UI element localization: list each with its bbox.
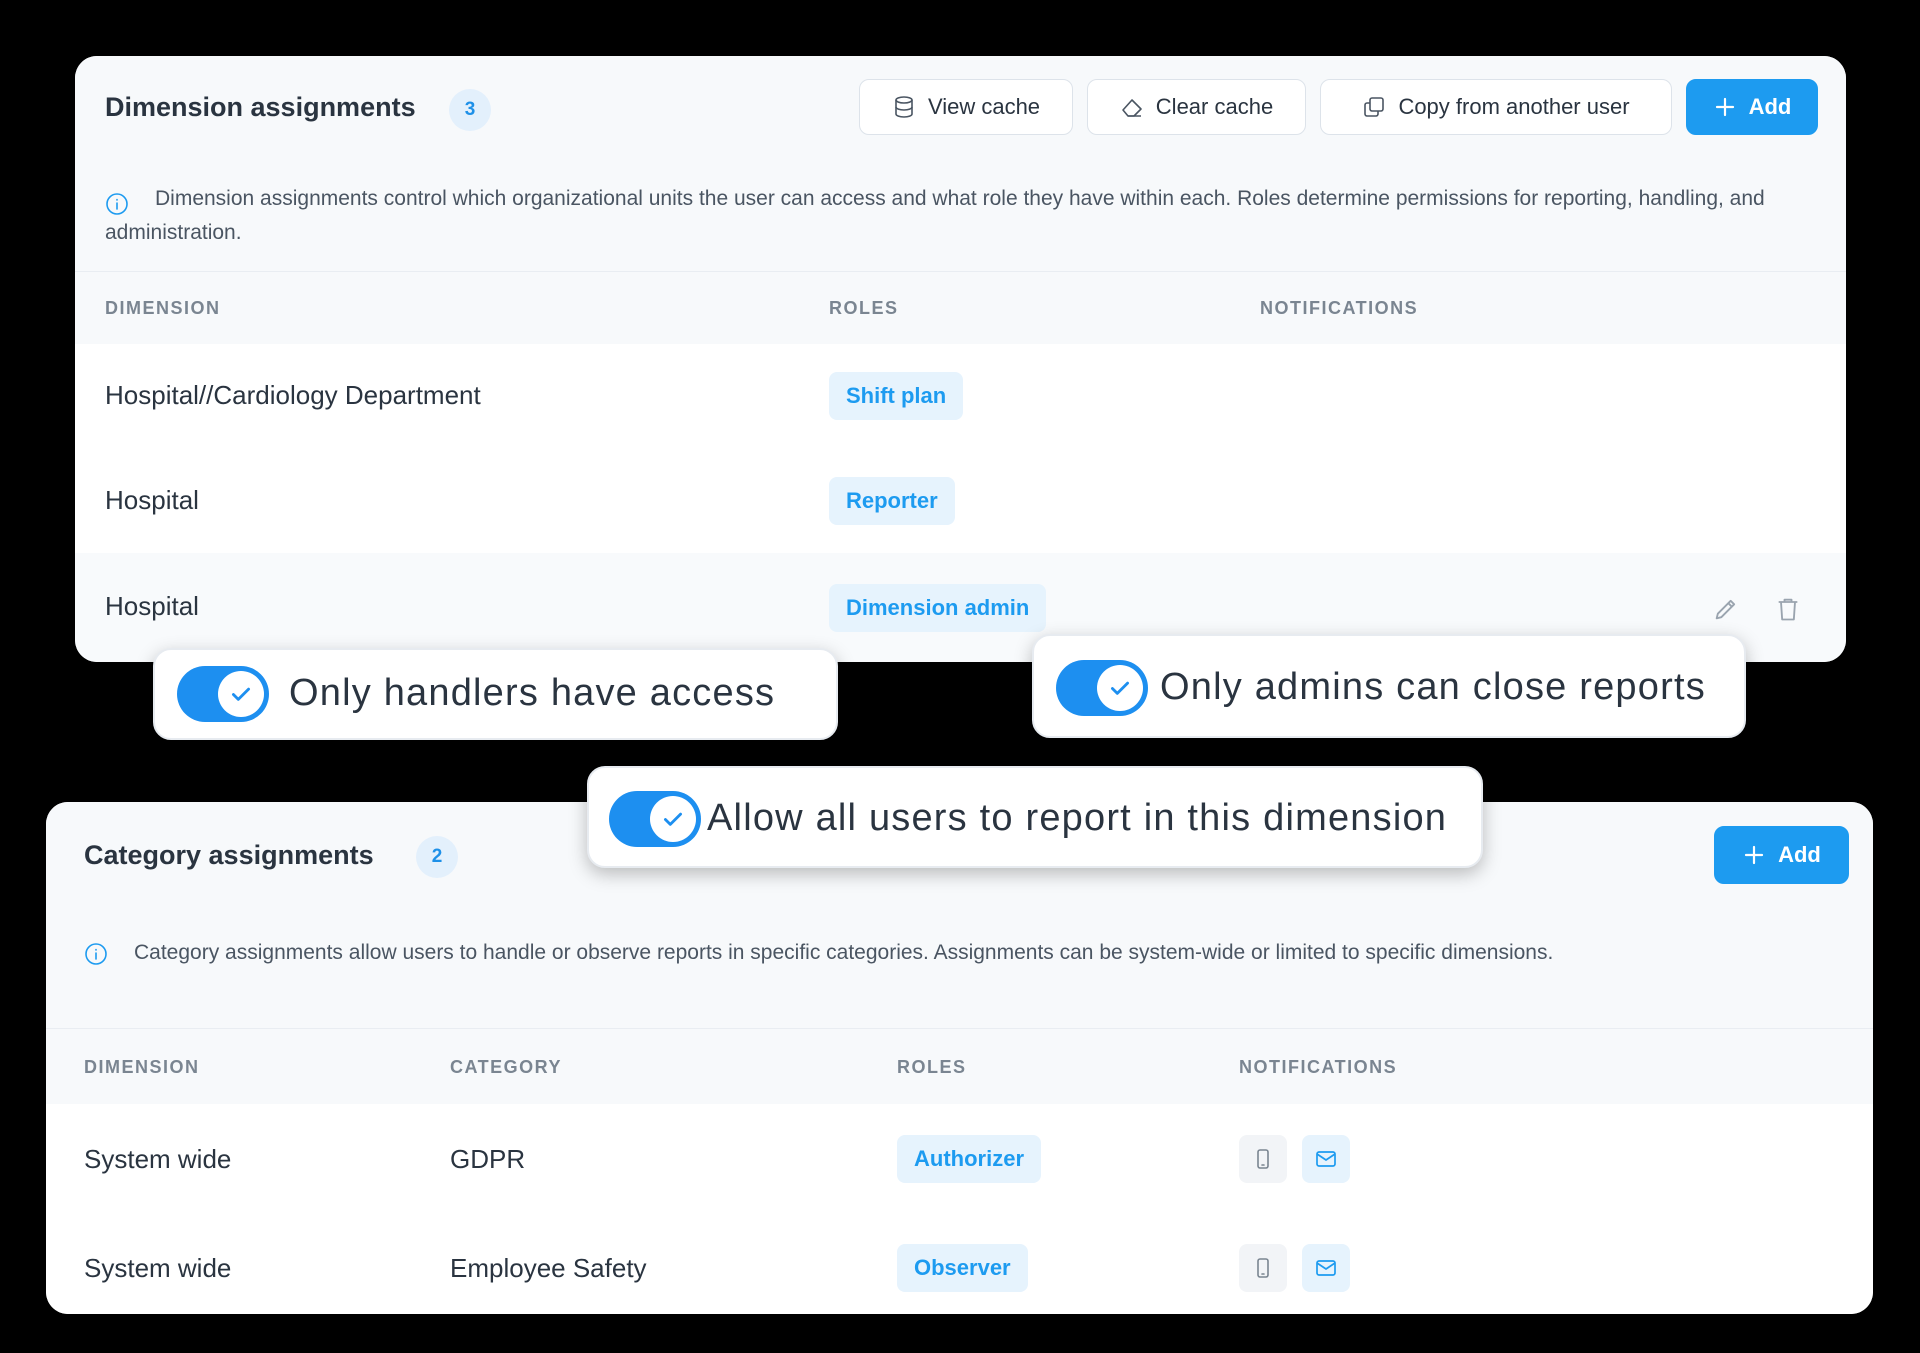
- table-row[interactable]: System wide GDPR Authorizer: [46, 1104, 1873, 1214]
- mobile-notification-toggle[interactable]: [1239, 1244, 1287, 1292]
- table-row[interactable]: Hospital Reporter: [75, 448, 1846, 554]
- edit-icon[interactable]: [1712, 595, 1740, 623]
- category-table-header: DIMENSION CATEGORY ROLES NOTIFICATIONS: [46, 1029, 1873, 1105]
- dimension-info-bar: Dimension assignments control which orga…: [75, 162, 1846, 272]
- column-header-roles: ROLES: [897, 1057, 967, 1077]
- row-dimension: Hospital: [105, 591, 199, 621]
- category-info-text: Category assignments allow users to hand…: [134, 941, 1554, 964]
- category-add-label: Add: [1778, 842, 1821, 867]
- category-assignments-card: Category assignments 2 Add Category assi…: [46, 802, 1873, 1314]
- dimension-add-button[interactable]: Add: [1686, 79, 1818, 135]
- role-badge: Dimension admin: [829, 584, 1047, 632]
- handlers-access-label: Only handlers have access: [289, 672, 776, 714]
- toggle-knob: [650, 796, 696, 842]
- admins-close-toggle-card: Only admins can close reports: [1032, 634, 1746, 738]
- view-cache-button[interactable]: View cache: [859, 79, 1073, 135]
- mail-icon: [1316, 1151, 1336, 1167]
- category-card-title: Category assignments: [84, 840, 374, 870]
- row-dimension: System wide: [84, 1144, 232, 1174]
- column-header-roles: ROLES: [829, 298, 899, 318]
- toggle-knob: [218, 671, 264, 717]
- toggle-knob: [1097, 665, 1143, 711]
- check-icon: [664, 812, 682, 826]
- database-icon: [895, 96, 913, 118]
- column-header-notifications: NOTIFICATIONS: [1239, 1057, 1398, 1077]
- dimension-card-header: Dimension assignments 3 View cache Clear…: [75, 56, 1846, 163]
- column-header-dimension: DIMENSION: [105, 298, 221, 318]
- row-dimension: Hospital: [105, 485, 199, 515]
- email-notification-toggle[interactable]: [1302, 1244, 1350, 1292]
- view-cache-label: View cache: [927, 94, 1041, 119]
- plus-icon: [1745, 845, 1764, 865]
- category-info-bar: Category assignments allow users to hand…: [46, 912, 1873, 1029]
- clear-cache-label: Clear cache: [1155, 94, 1274, 119]
- phone-icon: [1257, 1149, 1269, 1169]
- dimension-count-badge: 3: [449, 89, 491, 131]
- copy-from-user-label: Copy from another user: [1398, 94, 1630, 119]
- clear-cache-button[interactable]: Clear cache: [1087, 79, 1306, 135]
- dimension-table-header: DIMENSION ROLES NOTIFICATIONS: [75, 272, 1846, 345]
- dimension-add-label: Add: [1748, 94, 1792, 119]
- role-badge: Reporter: [829, 477, 955, 525]
- mobile-notification-toggle[interactable]: [1239, 1135, 1287, 1183]
- plus-icon: [1715, 97, 1734, 117]
- all-users-report-toggle[interactable]: [609, 791, 701, 847]
- dimension-assignments-card: Dimension assignments 3 View cache Clear…: [75, 56, 1846, 662]
- category-count-badge: 2: [416, 836, 458, 878]
- phone-icon: [1257, 1258, 1269, 1278]
- role-badge: Shift plan: [829, 372, 964, 420]
- dimension-info-text: Dimension assignments control which orga…: [105, 187, 1765, 244]
- trash-icon[interactable]: [1774, 595, 1802, 623]
- row-dimension: System wide: [84, 1253, 232, 1283]
- row-category: GDPR: [450, 1144, 526, 1174]
- row-dimension: Hospital//Cardiology Department: [105, 380, 481, 410]
- admins-close-label: Only admins can close reports: [1160, 666, 1706, 708]
- all-users-report-toggle-card: Allow all users to report in this dimens…: [587, 766, 1483, 868]
- check-icon: [1111, 681, 1129, 695]
- eraser-icon: [1121, 99, 1142, 117]
- copy-icon: [1364, 97, 1385, 117]
- column-header-notifications: NOTIFICATIONS: [1260, 298, 1419, 318]
- role-badge: Observer: [897, 1244, 1028, 1292]
- copy-from-user-button[interactable]: Copy from another user: [1320, 79, 1672, 135]
- column-header-category: CATEGORY: [450, 1057, 563, 1077]
- table-row[interactable]: System wide Employee Safety Observer: [46, 1213, 1873, 1314]
- mail-icon: [1316, 1260, 1336, 1276]
- dimension-card-title: Dimension assignments: [105, 92, 416, 122]
- handlers-access-toggle-card: Only handlers have access: [153, 648, 838, 740]
- table-row[interactable]: Hospital//Cardiology Department Shift pl…: [75, 344, 1846, 449]
- column-header-dimension: DIMENSION: [84, 1057, 200, 1077]
- all-users-report-label: Allow all users to report in this dimens…: [707, 797, 1448, 839]
- handlers-access-toggle[interactable]: [177, 666, 269, 722]
- email-notification-toggle[interactable]: [1302, 1135, 1350, 1183]
- check-icon: [232, 687, 250, 701]
- admins-close-toggle[interactable]: [1056, 660, 1148, 716]
- role-badge: Authorizer: [897, 1135, 1041, 1183]
- row-category: Employee Safety: [450, 1253, 647, 1283]
- category-add-button[interactable]: Add: [1714, 826, 1849, 884]
